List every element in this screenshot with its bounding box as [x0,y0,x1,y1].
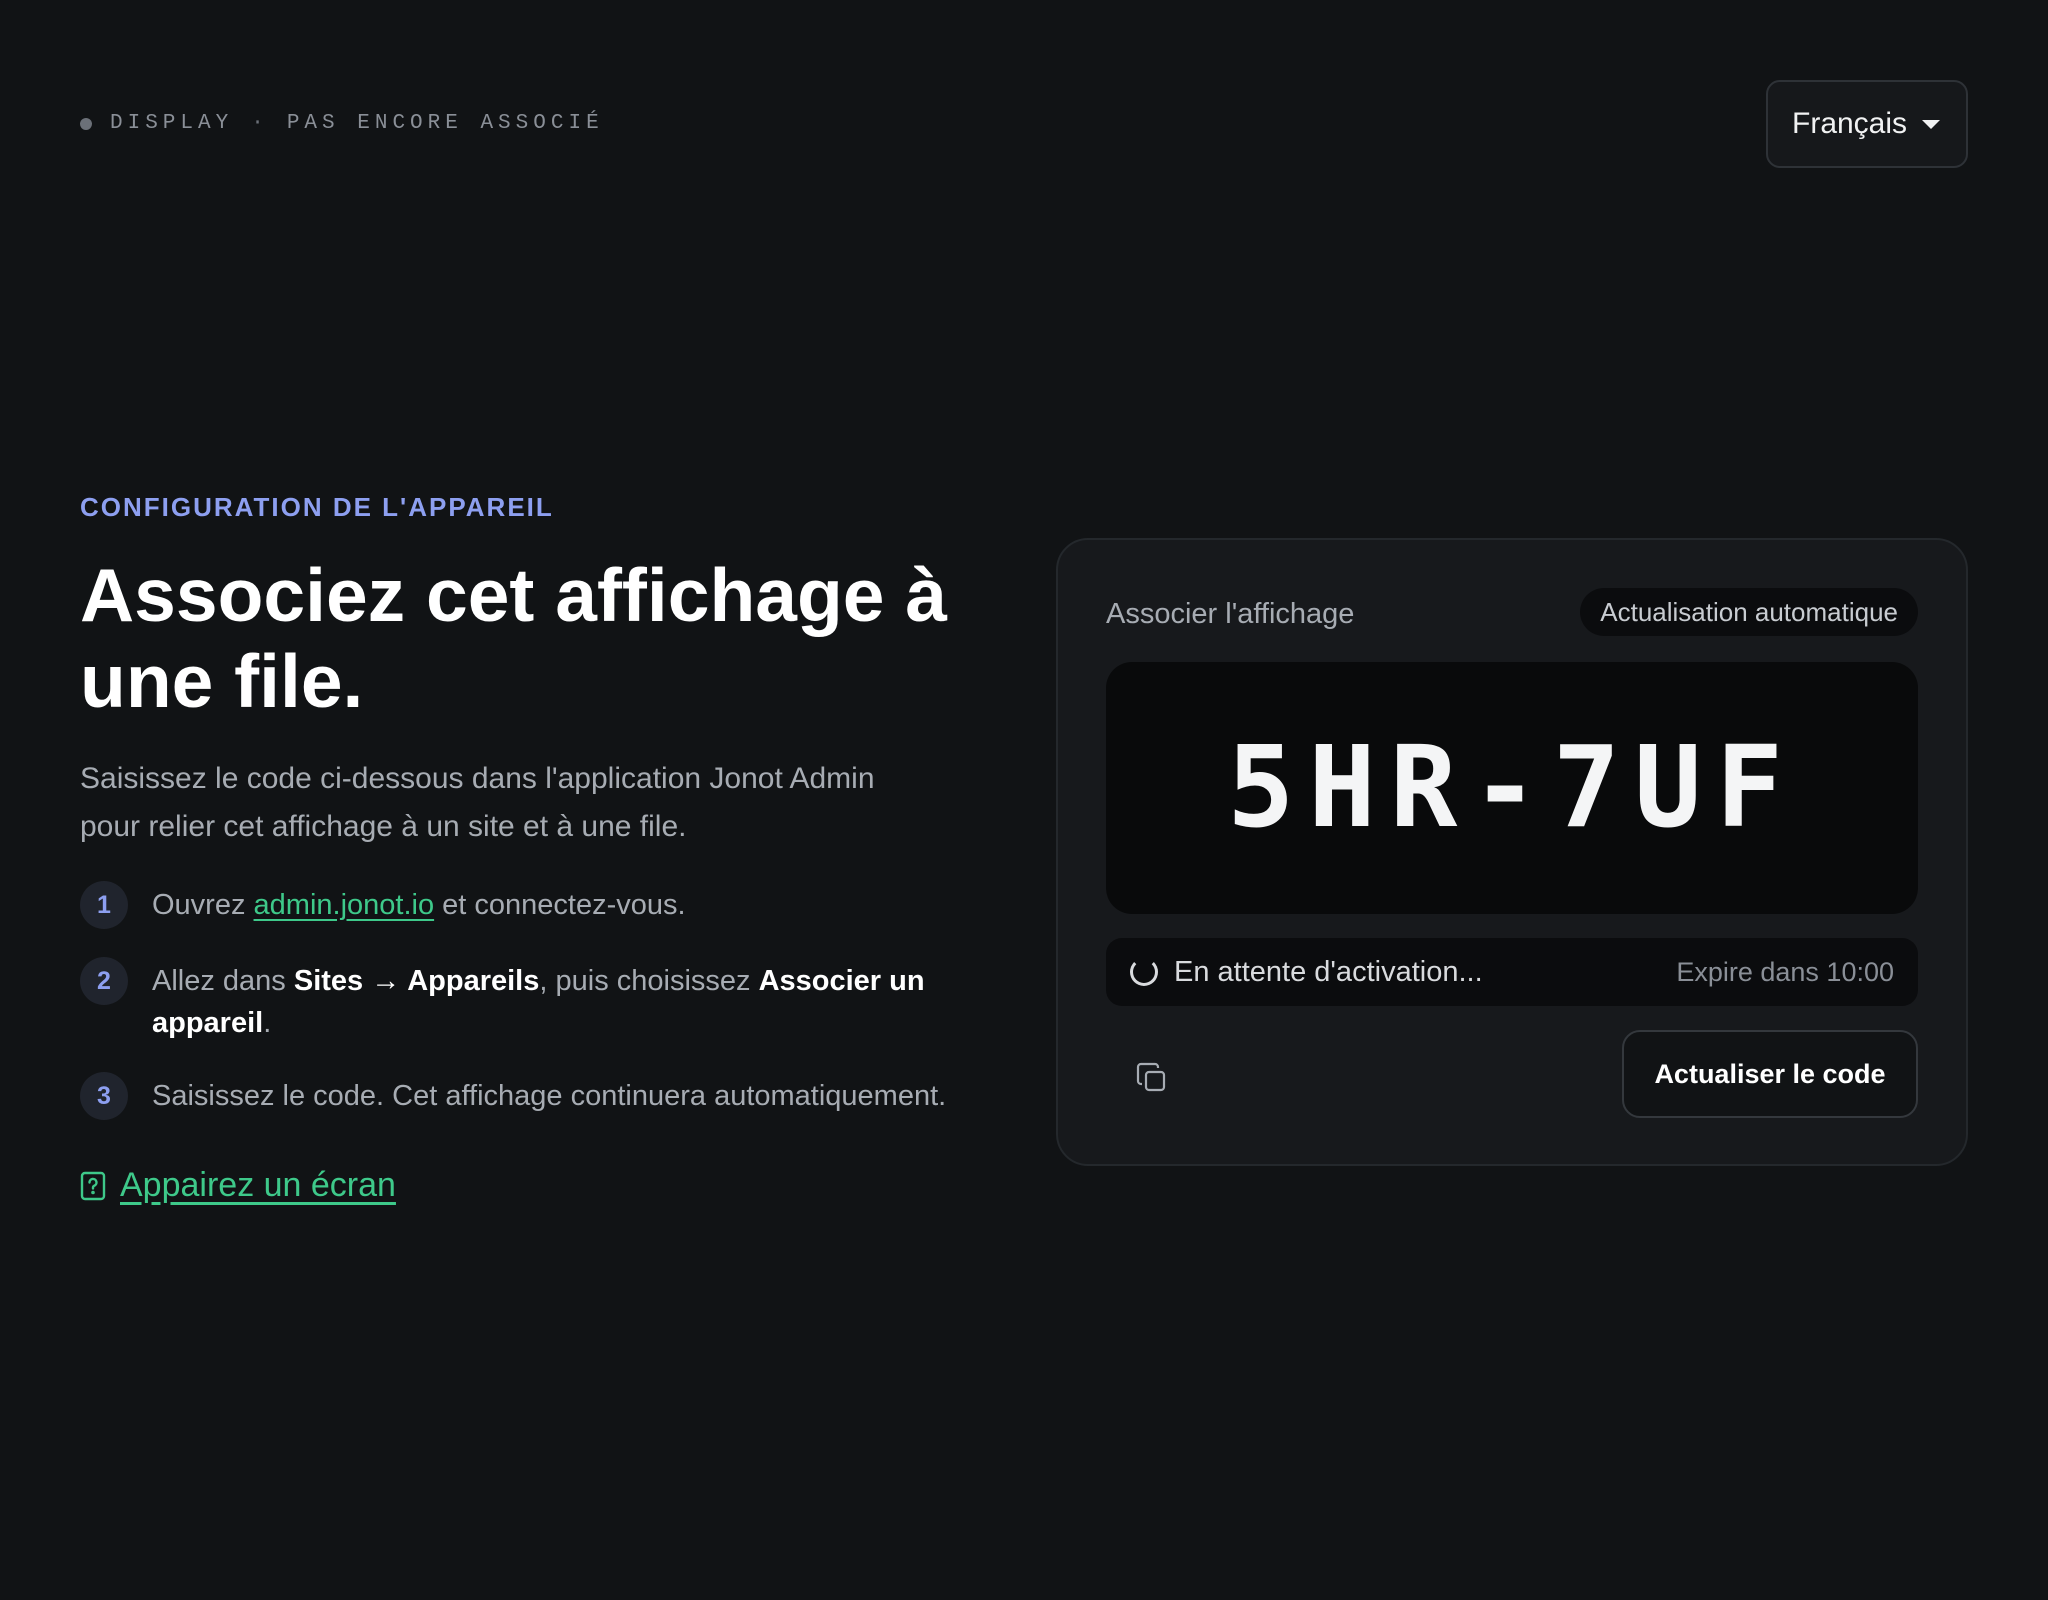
copy-code-button[interactable] [1130,1056,1174,1100]
section-eyebrow: CONFIGURATION DE L'APPAREIL [80,492,554,522]
intro-text: Saisissez le code ci-dessous dans l'appl… [80,762,875,843]
step-text-part: , puis choisissez [539,965,759,997]
step-nav-path: Sites → Appareils [293,965,540,997]
step-text-part: . [263,1007,272,1039]
pairing-code: 5HR-7UF [1226,723,1797,853]
step-number: 2 [80,957,128,1005]
admin-link[interactable]: admin.jonot.io [254,889,435,921]
steps-list: 1 Ouvrez admin.jonot.io et connectez-vou… [80,881,1020,1148]
auto-refresh-badge: Actualisation automatique [1580,588,1918,636]
status-separator: · [251,112,269,135]
activation-status: En attente d'activation... [1130,956,1483,989]
status-device: DISPLAY [110,112,234,135]
step-item: 1 Ouvrez admin.jonot.io et connectez-vou… [80,881,1020,929]
language-select[interactable]: Français [1766,80,1968,168]
help-document-icon [80,1171,106,1200]
step-text-part: Ouvrez [152,889,254,921]
device-status: DISPLAY · PAS ENCORE ASSOCIÉ [80,112,604,135]
step-text: Ouvrez admin.jonot.io et connectez-vous. [152,881,686,926]
card-title: Associer l'affichage [1106,598,1355,630]
waiting-text: En attente d'activation... [1174,955,1483,988]
step-text-part: et connectez-vous. [434,889,686,921]
language-selected: Français [1792,107,1908,140]
copy-icon [1136,1062,1166,1092]
chevron-down-icon [1922,119,1940,129]
step-item: 2 Allez dans Sites → Appareils, puis cho… [80,957,1020,1044]
refresh-code-button[interactable]: Actualiser le code [1622,1030,1918,1118]
page-title: Associez cet affichage à une file. [80,553,948,723]
loading-spinner-icon [1130,958,1158,986]
step-number: 3 [80,1072,128,1120]
step-item: 3 Saisissez le code. Cet affichage conti… [80,1072,1020,1120]
pairing-card: Associer l'affichage Actualisation autom… [1056,538,1968,1166]
step-text: Allez dans Sites → Appareils, puis chois… [152,957,1020,1044]
step-number: 1 [80,881,128,929]
status-state: PAS ENCORE ASSOCIÉ [286,112,604,135]
status-dot [80,117,92,130]
step-text-part: Allez dans [152,965,294,997]
step-text: Saisissez le code. Cet affichage continu… [152,1080,947,1112]
pairing-page: DISPLAY · PAS ENCORE ASSOCIÉ Français CO… [0,0,2048,1600]
expiry-countdown: Expire dans 10:00 [1676,956,1894,987]
activation-status-bar: En attente d'activation... Expire dans 1… [1106,938,1918,1006]
help-link-label: Appairez un écran [120,1166,396,1204]
pair-screen-help-link[interactable]: Appairez un écran [80,1166,396,1205]
pairing-code-box: 5HR-7UF [1106,662,1918,914]
